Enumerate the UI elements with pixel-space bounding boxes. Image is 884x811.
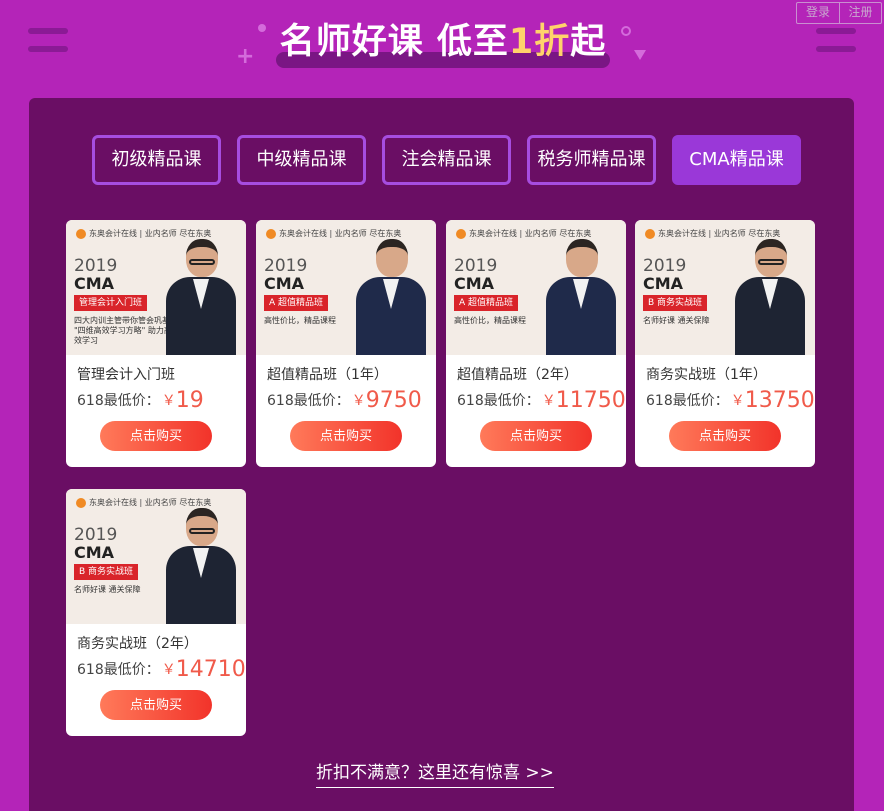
currency-symbol: ￥ bbox=[730, 393, 745, 409]
thumb-ribbon: B 商务实战班 bbox=[74, 564, 139, 580]
price-label: 618最低价： bbox=[267, 393, 350, 409]
teacher-photo bbox=[166, 237, 236, 355]
teacher-photo bbox=[166, 506, 236, 624]
headline-highlight: 1折 bbox=[508, 22, 571, 62]
thumb-tagline: 名师好课 通关保障 bbox=[74, 585, 141, 594]
tab-cma[interactable]: CMA精品课 bbox=[672, 135, 801, 185]
thumb-tagline: 四大内训主管带你管会巩基 "四维高效学习方略" 助力高效学习 bbox=[74, 316, 172, 345]
price-value: 9750 bbox=[365, 388, 422, 413]
currency-symbol: ￥ bbox=[351, 393, 366, 409]
course-name: 商务实战班（1年） bbox=[646, 367, 767, 383]
price-value: 14710 bbox=[175, 657, 246, 682]
course-thumbnail[interactable]: 东奥会计在线 | 业内名师 尽在东奥 2019 CMA B 商务实战班 名师好课… bbox=[635, 220, 815, 355]
tab-cpa[interactable]: 注会精品课 bbox=[382, 135, 511, 185]
course-card[interactable]: 东奥会计在线 | 业内名师 尽在东奥 2019 CMA 管理会计入门班 四大内训… bbox=[66, 220, 246, 467]
decor-plus-icon: + bbox=[236, 44, 255, 69]
thumb-cma: CMA bbox=[643, 274, 684, 293]
thumb-cma: CMA bbox=[264, 274, 305, 293]
course-panel: 初级精品课 中级精品课 注会精品课 税务师精品课 CMA精品课 东奥会计在线 |… bbox=[29, 98, 854, 811]
decor-ring-icon bbox=[621, 26, 631, 36]
more-offers-link[interactable]: 折扣不满意？这里还有惊喜 >> bbox=[316, 758, 554, 788]
headline-part2: 起 bbox=[570, 22, 607, 62]
teacher-photo bbox=[356, 237, 426, 355]
page-headline: 名师好课 低至1折起 bbox=[276, 20, 610, 68]
course-thumbnail[interactable]: 东奥会计在线 | 业内名师 尽在东奥 2019 CMA A 超值精品班 高性价比… bbox=[256, 220, 436, 355]
thumb-year: 2019 bbox=[643, 256, 687, 276]
logo-icon bbox=[645, 228, 655, 239]
currency-symbol: ￥ bbox=[161, 393, 176, 409]
tab-junior[interactable]: 初级精品课 bbox=[92, 135, 221, 185]
thumb-year: 2019 bbox=[454, 256, 498, 276]
decor-dot-icon bbox=[258, 24, 266, 32]
price-row: 618最低价： ￥13750 bbox=[635, 388, 815, 414]
price-value: 11750 bbox=[555, 388, 626, 413]
course-card[interactable]: 东奥会计在线 | 业内名师 尽在东奥 2019 CMA B 商务实战班 名师好课… bbox=[635, 220, 815, 467]
price-row: 618最低价： ￥11750 bbox=[446, 388, 626, 414]
currency-symbol: ￥ bbox=[541, 393, 556, 409]
headline-part1: 名师好课 低至 bbox=[279, 22, 509, 62]
tab-intermediate[interactable]: 中级精品课 bbox=[237, 135, 366, 185]
course-thumbnail[interactable]: 东奥会计在线 | 业内名师 尽在东奥 2019 CMA A 超值精品班 高性价比… bbox=[446, 220, 626, 355]
tab-tax-agent[interactable]: 税务师精品课 bbox=[527, 135, 656, 185]
decor-triangle-icon bbox=[634, 50, 646, 60]
thumb-tagline: 名师好课 通关保障 bbox=[643, 316, 710, 325]
teacher-photo bbox=[735, 237, 805, 355]
price-row: 618最低价： ￥14710 bbox=[66, 657, 246, 683]
price-label: 618最低价： bbox=[646, 393, 729, 409]
course-tabs: 初级精品课 中级精品课 注会精品课 税务师精品课 CMA精品课 bbox=[92, 135, 801, 185]
auth-links: 登录 注册 bbox=[796, 2, 882, 24]
price-row: 618最低价： ￥9750 bbox=[256, 388, 436, 414]
buy-button[interactable]: 点击购买 bbox=[669, 421, 781, 451]
thumb-cma: CMA bbox=[74, 274, 115, 293]
thumb-tagline: 高性价比，精品课程 bbox=[264, 316, 336, 325]
teacher-photo bbox=[546, 237, 616, 355]
register-link[interactable]: 注册 bbox=[839, 3, 881, 23]
course-name: 商务实战班（2年） bbox=[77, 636, 198, 652]
thumb-year: 2019 bbox=[264, 256, 308, 276]
price-value: 19 bbox=[175, 388, 204, 413]
decor-lines-right bbox=[816, 28, 856, 64]
price-label: 618最低价： bbox=[77, 393, 160, 409]
course-card[interactable]: 东奥会计在线 | 业内名师 尽在东奥 2019 CMA A 超值精品班 高性价比… bbox=[256, 220, 436, 467]
course-name: 超值精品班（2年） bbox=[457, 367, 578, 383]
course-name: 管理会计入门班 bbox=[77, 367, 175, 383]
thumb-year: 2019 bbox=[74, 256, 118, 276]
thumb-ribbon: A 超值精品班 bbox=[264, 295, 329, 311]
logo-icon bbox=[266, 228, 276, 239]
course-thumbnail[interactable]: 东奥会计在线 | 业内名师 尽在东奥 2019 CMA 管理会计入门班 四大内训… bbox=[66, 220, 246, 355]
course-card[interactable]: 东奥会计在线 | 业内名师 尽在东奥 2019 CMA B 商务实战班 名师好课… bbox=[66, 489, 246, 736]
thumb-cma: CMA bbox=[454, 274, 495, 293]
login-link[interactable]: 登录 bbox=[797, 3, 839, 23]
price-row: 618最低价： ￥19 bbox=[66, 388, 246, 414]
buy-button[interactable]: 点击购买 bbox=[100, 421, 212, 451]
buy-button[interactable]: 点击购买 bbox=[480, 421, 592, 451]
thumb-ribbon: A 超值精品班 bbox=[454, 295, 519, 311]
course-card[interactable]: 东奥会计在线 | 业内名师 尽在东奥 2019 CMA A 超值精品班 高性价比… bbox=[446, 220, 626, 467]
price-label: 618最低价： bbox=[77, 662, 160, 678]
decor-lines-left bbox=[28, 28, 68, 64]
logo-icon bbox=[76, 497, 86, 508]
thumb-tagline: 高性价比，精品课程 bbox=[454, 316, 526, 325]
logo-icon bbox=[456, 228, 466, 239]
price-label: 618最低价： bbox=[457, 393, 540, 409]
course-thumbnail[interactable]: 东奥会计在线 | 业内名师 尽在东奥 2019 CMA B 商务实战班 名师好课… bbox=[66, 489, 246, 624]
logo-icon bbox=[76, 228, 86, 239]
thumb-ribbon: B 商务实战班 bbox=[643, 295, 708, 311]
currency-symbol: ￥ bbox=[161, 662, 176, 678]
thumb-year: 2019 bbox=[74, 525, 118, 545]
thumb-ribbon: 管理会计入门班 bbox=[74, 295, 148, 311]
buy-button[interactable]: 点击购买 bbox=[290, 421, 402, 451]
course-name: 超值精品班（1年） bbox=[267, 367, 388, 383]
headline-text: 名师好课 低至1折起 bbox=[276, 20, 610, 64]
thumb-cma: CMA bbox=[74, 543, 115, 562]
price-value: 13750 bbox=[744, 388, 815, 413]
buy-button[interactable]: 点击购买 bbox=[100, 690, 212, 720]
